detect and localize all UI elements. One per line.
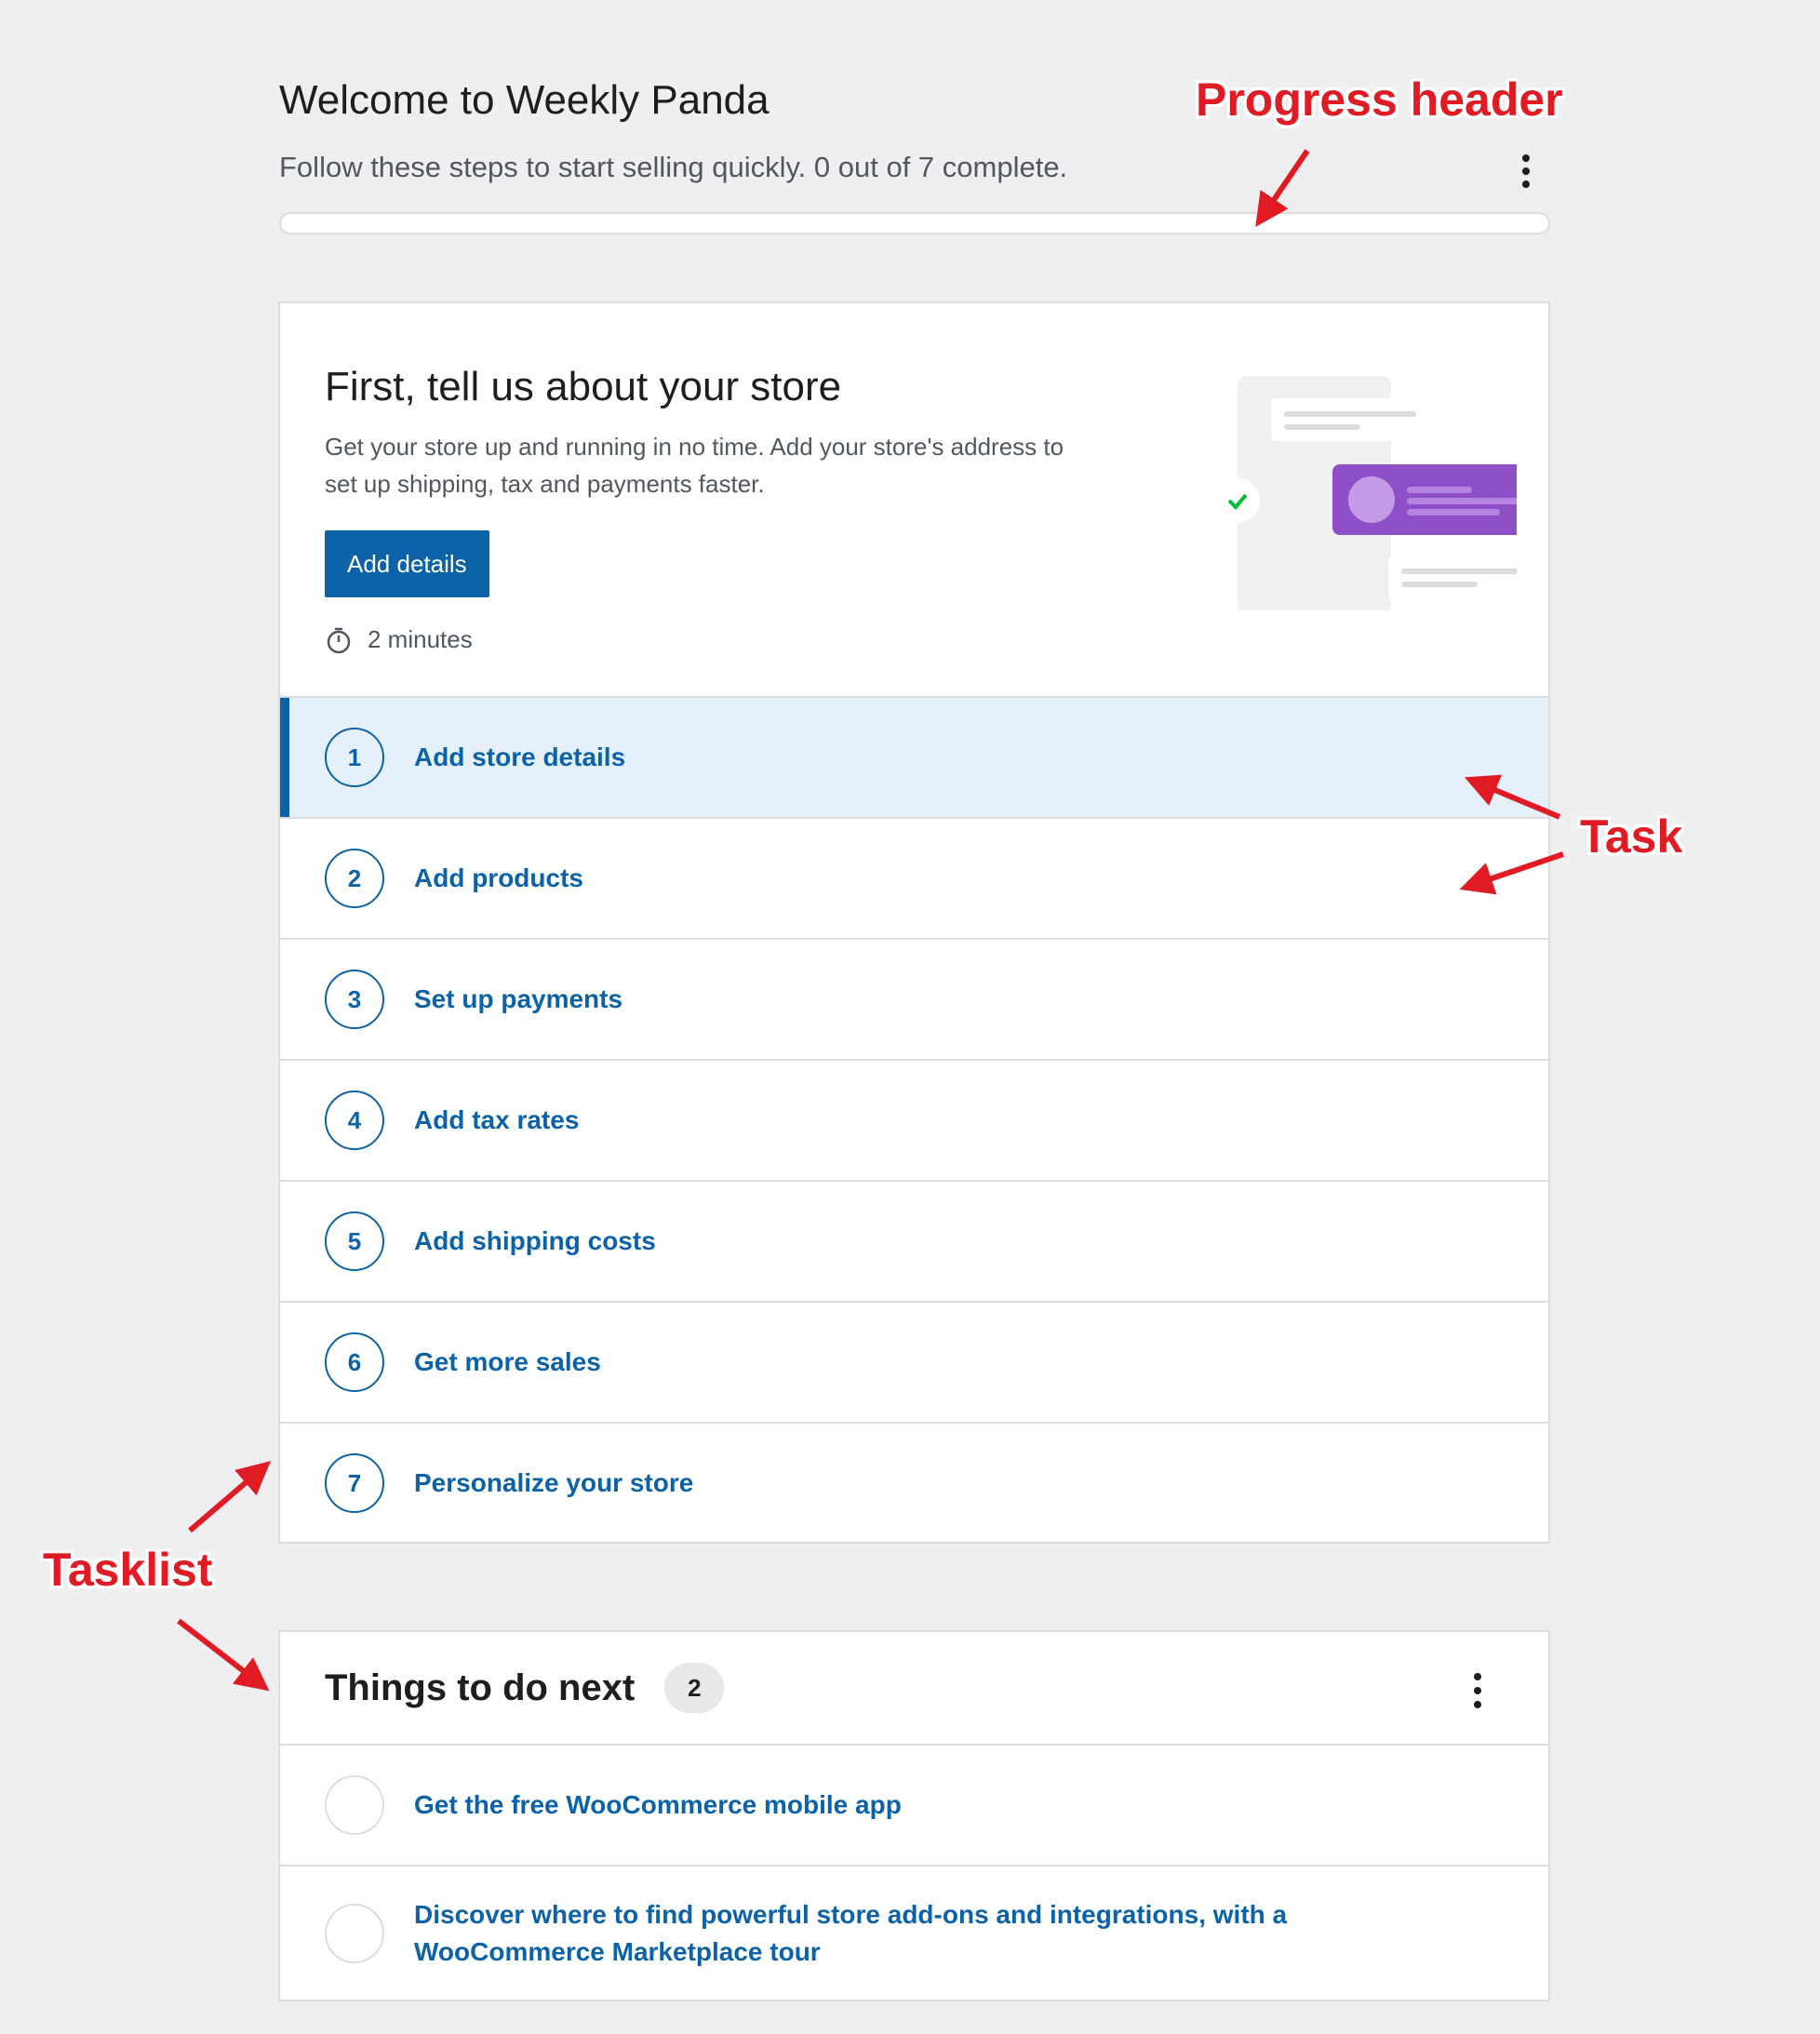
task-label: Add shipping costs [414, 1226, 656, 1255]
task-number-badge: 3 [325, 970, 384, 1029]
callout-progress-header: Progress header [1196, 74, 1563, 126]
header-more-options-icon[interactable] [1515, 151, 1537, 188]
task-personalize-your-store[interactable]: 7 Personalize your store [280, 1422, 1548, 1543]
task-hero: First, tell us about your store Get your… [280, 303, 1548, 696]
task-label: Add tax rates [414, 1105, 580, 1134]
task-number-badge: 7 [325, 1453, 384, 1513]
task-get-more-sales[interactable]: 6 Get more sales [280, 1301, 1548, 1422]
task-number-badge: 1 [325, 728, 384, 787]
task-add-products[interactable]: 2 Add products [280, 817, 1548, 938]
time-estimate: 2 minutes [325, 625, 1504, 654]
callout-task: Task [1580, 810, 1683, 863]
task-number-badge: 4 [325, 1091, 384, 1150]
task-add-tax-rates[interactable]: 4 Add tax rates [280, 1059, 1548, 1180]
next-item-label: Get the free WooCommerce mobile app [414, 1790, 902, 1819]
things-to-do-next-more-options-icon[interactable] [1468, 1671, 1487, 1712]
hero-description: Get your store up and running in no time… [325, 433, 1064, 498]
task-label: Get more sales [414, 1347, 601, 1376]
things-to-do-next-title: Things to do next [325, 1666, 636, 1708]
arrow-to-tasklist-1 [188, 1461, 272, 1533]
arrow-to-tasklist-2 [177, 1618, 270, 1692]
task-add-shipping-costs[interactable]: 5 Add shipping costs [280, 1180, 1548, 1301]
task-label: Personalize your store [414, 1468, 694, 1497]
subtitle-row: Follow these steps to start selling quic… [279, 149, 1550, 188]
time-estimate-label: 2 minutes [368, 625, 473, 653]
task-number-badge: 5 [325, 1211, 384, 1271]
empty-checkbox-circle [325, 1775, 384, 1835]
count-badge: 2 [664, 1663, 725, 1713]
add-details-button[interactable]: Add details [325, 530, 489, 597]
tasklist: First, tell us about your store Get your… [278, 301, 1550, 1544]
next-item-mobile-app[interactable]: Get the free WooCommerce mobile app [280, 1744, 1548, 1865]
task-set-up-payments[interactable]: 3 Set up payments [280, 938, 1548, 1059]
things-to-do-next-header: Things to do next 2 [280, 1632, 1548, 1744]
task-label: Set up payments [414, 984, 623, 1013]
store-details-illustration [1215, 376, 1517, 610]
task-number-badge: 2 [325, 849, 384, 908]
progress-bar [279, 212, 1550, 234]
task-label: Add store details [414, 743, 626, 771]
next-item-label: Discover where to find powerful store ad… [414, 1899, 1288, 1966]
next-item-marketplace-tour[interactable]: Discover where to find powerful store ad… [280, 1865, 1548, 2000]
page: Welcome to Weekly Panda Follow these ste… [0, 0, 1820, 2034]
task-add-store-details[interactable]: 1 Add store details [280, 696, 1548, 817]
things-to-do-next: Things to do next 2 Get the free WooComm… [278, 1630, 1550, 2001]
empty-checkbox-circle [325, 1903, 384, 1963]
callout-tasklist: Tasklist [43, 1544, 213, 1596]
task-number-badge: 6 [325, 1332, 384, 1392]
task-label: Add products [414, 863, 583, 892]
progress-subtitle: Follow these steps to start selling quic… [279, 151, 1068, 183]
timer-icon [327, 627, 351, 653]
